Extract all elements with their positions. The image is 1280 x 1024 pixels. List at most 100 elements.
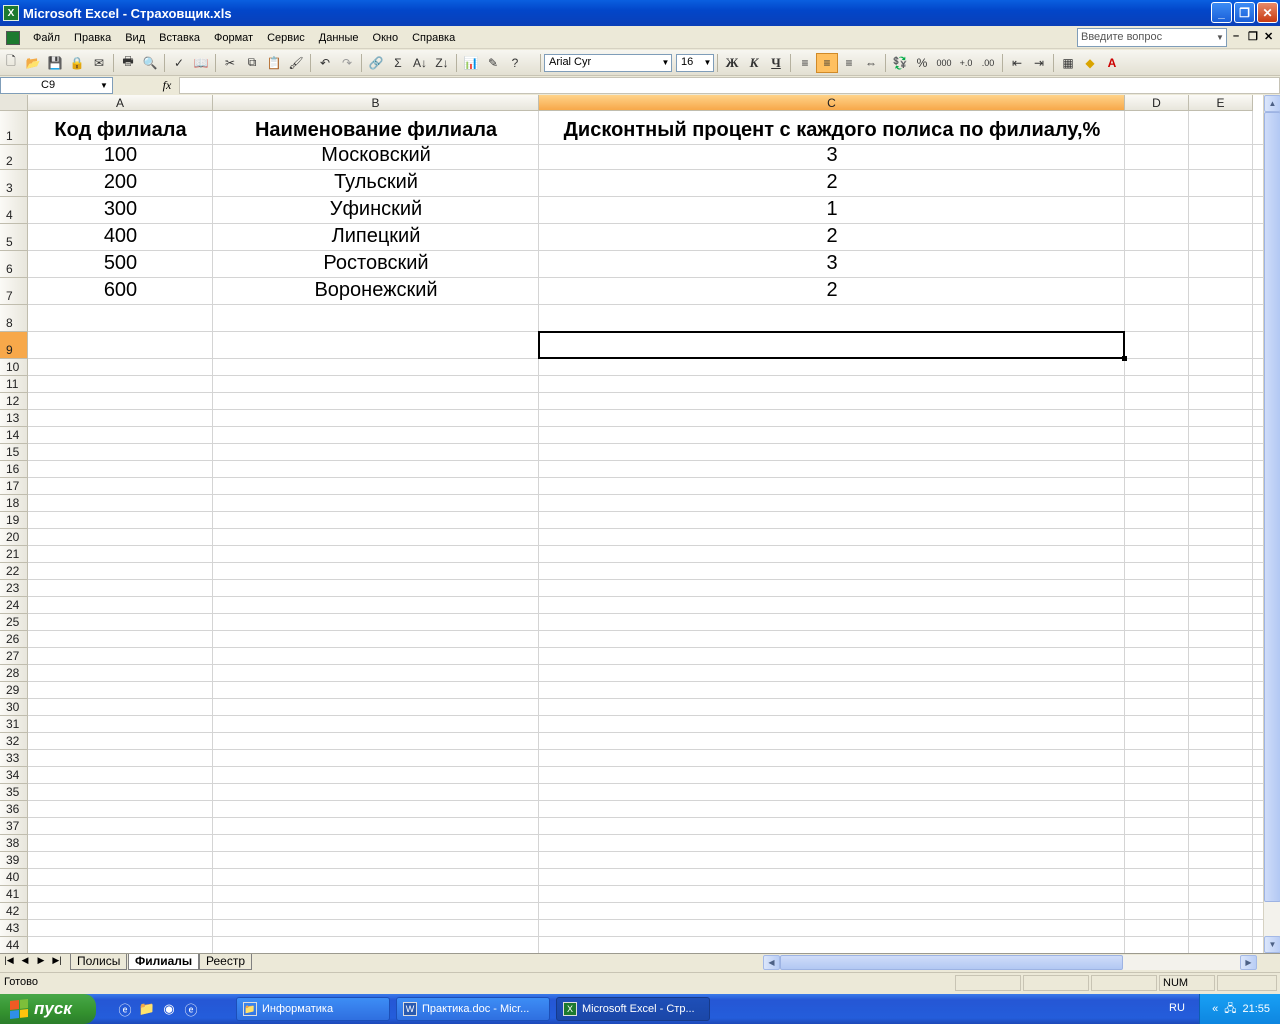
table-cell[interactable]: Уфинский bbox=[213, 198, 539, 222]
row-header[interactable]: 31 bbox=[0, 716, 28, 733]
next-sheet-icon[interactable]: ▶ bbox=[34, 955, 48, 966]
menu-edit[interactable]: Правка bbox=[67, 32, 118, 44]
row-header[interactable]: 2 bbox=[0, 145, 28, 170]
internet-explorer-icon[interactable]: ⓔ bbox=[114, 998, 136, 1020]
row-header[interactable]: 38 bbox=[0, 835, 28, 852]
horizontal-scroll-thumb[interactable] bbox=[780, 955, 1123, 970]
row-header[interactable]: 5 bbox=[0, 224, 28, 251]
browser-icon[interactable]: ⓔ bbox=[180, 998, 202, 1020]
open-folder-icon[interactable]: 📂 bbox=[22, 53, 44, 73]
drawing-icon[interactable]: ✎ bbox=[482, 53, 504, 73]
menu-window[interactable]: Окно bbox=[366, 32, 406, 44]
row-header[interactable]: 39 bbox=[0, 852, 28, 869]
doc-close-button[interactable]: ✕ bbox=[1264, 30, 1273, 43]
row-header[interactable]: 20 bbox=[0, 529, 28, 546]
column-header-e[interactable]: E bbox=[1189, 95, 1253, 111]
explorer-folder-icon[interactable]: 📁 bbox=[136, 998, 158, 1020]
table-cell[interactable]: Ростовский bbox=[213, 252, 539, 276]
last-sheet-icon[interactable]: ▶| bbox=[50, 955, 64, 966]
sort-ascending-icon[interactable]: A↓ bbox=[409, 53, 431, 73]
horizontal-scrollbar[interactable]: ◀ ▶ bbox=[763, 955, 1257, 970]
table-cell[interactable]: 200 bbox=[28, 171, 213, 195]
help-icon[interactable]: ? bbox=[504, 53, 526, 73]
taskbar-item-word[interactable]: W Практика.doc - Micr... bbox=[396, 997, 550, 1021]
align-left-icon[interactable]: ≡ bbox=[794, 53, 816, 73]
increase-indent-icon[interactable]: ⇥ bbox=[1028, 53, 1050, 73]
chart-wizard-icon[interactable]: 📊 bbox=[460, 53, 482, 73]
new-document-icon[interactable]: 🗋 bbox=[0, 53, 22, 73]
row-header[interactable]: 7 bbox=[0, 278, 28, 305]
row-header[interactable]: 19 bbox=[0, 512, 28, 529]
media-player-icon[interactable]: ◉ bbox=[158, 998, 180, 1020]
decrease-indent-icon[interactable]: ⇤ bbox=[1006, 53, 1028, 73]
table-header-cell[interactable]: Код филиала bbox=[28, 119, 213, 143]
row-header[interactable]: 4 bbox=[0, 197, 28, 224]
row-header[interactable]: 21 bbox=[0, 546, 28, 563]
menu-insert[interactable]: Вставка bbox=[152, 32, 207, 44]
row-header[interactable]: 33 bbox=[0, 750, 28, 767]
close-button[interactable]: ✕ bbox=[1257, 2, 1278, 23]
increase-decimal-icon[interactable]: +.0 bbox=[955, 53, 977, 73]
italic-button[interactable]: К bbox=[743, 53, 765, 73]
table-cell[interactable]: 2 bbox=[539, 225, 1125, 249]
row-header[interactable]: 9 bbox=[0, 332, 28, 359]
row-header[interactable]: 22 bbox=[0, 563, 28, 580]
row-header[interactable]: 10 bbox=[0, 359, 28, 376]
paste-icon[interactable]: 📋 bbox=[263, 53, 285, 73]
row-header[interactable]: 8 bbox=[0, 305, 28, 332]
sheet-tab-reestr[interactable]: Реестр bbox=[199, 954, 252, 970]
row-header[interactable]: 44 bbox=[0, 937, 28, 953]
menu-help[interactable]: Справка bbox=[405, 32, 462, 44]
chevron-down-icon[interactable]: ▼ bbox=[1214, 29, 1226, 46]
row-header[interactable]: 27 bbox=[0, 648, 28, 665]
email-icon[interactable]: ✉ bbox=[88, 53, 110, 73]
prev-sheet-icon[interactable]: ◀ bbox=[18, 955, 32, 966]
row-header[interactable]: 41 bbox=[0, 886, 28, 903]
row-header[interactable]: 43 bbox=[0, 920, 28, 937]
table-cell[interactable]: Московский bbox=[213, 144, 539, 168]
row-header[interactable]: 11 bbox=[0, 376, 28, 393]
row-header[interactable]: 17 bbox=[0, 478, 28, 495]
table-cell[interactable]: 3 bbox=[539, 252, 1125, 276]
sort-descending-icon[interactable]: Z↓ bbox=[431, 53, 453, 73]
name-box[interactable]: C9 ▼ bbox=[0, 76, 113, 94]
permission-icon[interactable]: 🔒 bbox=[66, 53, 88, 73]
row-header[interactable]: 42 bbox=[0, 903, 28, 920]
scroll-down-icon[interactable]: ▼ bbox=[1264, 936, 1280, 953]
chevron-down-icon[interactable]: ▼ bbox=[702, 55, 713, 71]
row-header[interactable]: 29 bbox=[0, 682, 28, 699]
redo-icon[interactable]: ↷ bbox=[336, 53, 358, 73]
chevron-down-icon[interactable]: ▼ bbox=[660, 55, 671, 71]
format-painter-icon[interactable]: 🖌 bbox=[285, 53, 307, 73]
sheet-tab-polisy[interactable]: Полисы bbox=[70, 954, 128, 970]
select-all-corner[interactable] bbox=[0, 95, 28, 111]
table-cell[interactable]: 3 bbox=[539, 144, 1125, 168]
row-header[interactable]: 14 bbox=[0, 427, 28, 444]
column-header-d[interactable]: D bbox=[1125, 95, 1189, 111]
sheet-tab-filialy[interactable]: Филиалы bbox=[128, 954, 200, 970]
table-cell[interactable]: 1 bbox=[539, 198, 1125, 222]
decrease-decimal-icon[interactable]: .00 bbox=[977, 53, 999, 73]
column-header-b[interactable]: B bbox=[213, 95, 539, 111]
align-center-icon[interactable]: ≡ bbox=[816, 52, 838, 73]
font-name-combo[interactable]: Arial Cyr ▼ bbox=[544, 53, 672, 72]
first-sheet-icon[interactable]: |◀ bbox=[2, 955, 16, 966]
scroll-up-icon[interactable]: ▲ bbox=[1264, 95, 1280, 112]
start-button[interactable]: пуск bbox=[0, 994, 96, 1024]
currency-icon[interactable]: 💱 bbox=[889, 53, 911, 73]
table-cell[interactable]: Воронежский bbox=[213, 279, 539, 303]
doc-minimize-button[interactable]: – bbox=[1233, 30, 1239, 42]
undo-icon[interactable]: ↶ bbox=[314, 53, 336, 73]
table-cell[interactable]: 300 bbox=[28, 198, 213, 222]
row-header[interactable]: 15 bbox=[0, 444, 28, 461]
row-header[interactable]: 3 bbox=[0, 170, 28, 197]
row-header[interactable]: 28 bbox=[0, 665, 28, 682]
row-header[interactable]: 35 bbox=[0, 784, 28, 801]
menu-view[interactable]: Вид bbox=[118, 32, 152, 44]
underline-button[interactable]: Ч bbox=[765, 53, 787, 73]
vertical-scroll-thumb[interactable] bbox=[1264, 112, 1280, 902]
research-icon[interactable]: 📖 bbox=[190, 53, 212, 73]
vertical-scrollbar[interactable]: ▲ ▼ bbox=[1263, 95, 1280, 953]
active-cell-selection[interactable] bbox=[538, 331, 1127, 361]
row-header[interactable]: 34 bbox=[0, 767, 28, 784]
